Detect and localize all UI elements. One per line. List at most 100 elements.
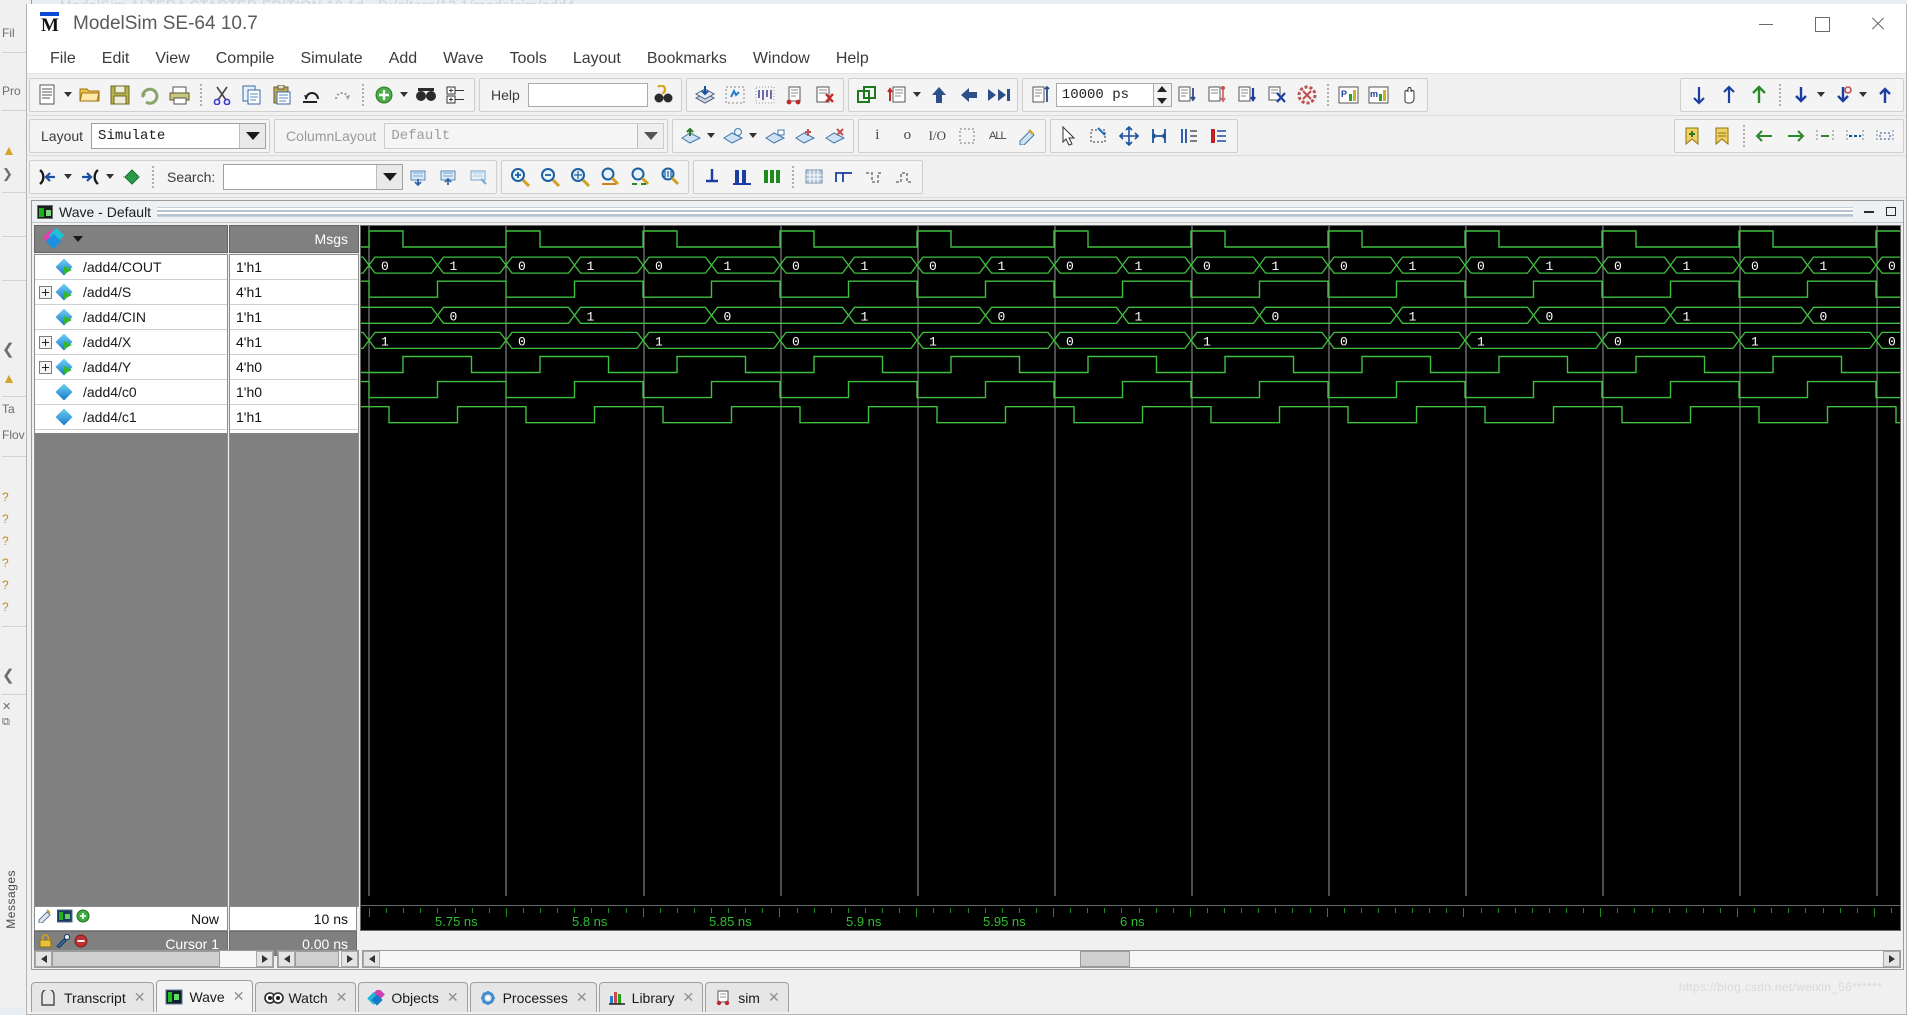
- radix-i-button[interactable]: i: [862, 121, 892, 151]
- tab-close-icon[interactable]: ✕: [576, 989, 588, 1006]
- copy-button[interactable]: [237, 80, 267, 110]
- menu-file[interactable]: File: [37, 47, 89, 71]
- bg-item-project[interactable]: Pro: [2, 84, 21, 98]
- expand-selected-button[interactable]: [117, 162, 147, 192]
- zoom-select-button[interactable]: [1084, 121, 1114, 151]
- link-windows-button[interactable]: [852, 80, 882, 110]
- find-button[interactable]: [411, 80, 441, 110]
- wave-search-button[interactable]: [1828, 80, 1858, 110]
- expand-left-dropdown-icon[interactable]: [64, 174, 72, 179]
- collapse-right-button[interactable]: [75, 162, 105, 192]
- tab-wave[interactable]: Wave ✕: [156, 980, 254, 1012]
- redo-button[interactable]: [327, 80, 357, 110]
- maximize-button[interactable]: [1794, 4, 1850, 44]
- signal-row-cout[interactable]: /add4/COUT: [35, 255, 227, 280]
- signal-name-column-header[interactable]: [34, 225, 228, 253]
- wave-align-bottom-button[interactable]: [697, 162, 727, 192]
- add-cursor-icon[interactable]: [76, 909, 91, 928]
- end-simulation-button[interactable]: [810, 80, 840, 110]
- continue-run-button[interactable]: [1202, 80, 1232, 110]
- scroll-track[interactable]: [295, 951, 341, 967]
- edit-cursor-icon[interactable]: [38, 909, 54, 928]
- menu-tools[interactable]: Tools: [496, 47, 559, 71]
- wave-bars-button[interactable]: [727, 162, 757, 192]
- bg-item-flow[interactable]: Flov: [2, 428, 25, 442]
- time-ruler[interactable]: 5.75 ns 5.8 ns 5.85 ns 5.9 ns 5.95 ns 6 ns: [360, 905, 1901, 931]
- undo-button[interactable]: [297, 80, 327, 110]
- menu-wave[interactable]: Wave: [430, 47, 496, 71]
- wave-combine-button[interactable]: [760, 121, 790, 151]
- run-length-input[interactable]: [1055, 82, 1154, 107]
- add-wave-dropdown-icon[interactable]: [400, 92, 408, 97]
- columnlayout-combo-chevron-down-icon[interactable]: [637, 123, 664, 148]
- bg-collapse-left-icon[interactable]: ❮: [2, 340, 15, 358]
- scroll-left-button[interactable]: [278, 951, 295, 967]
- edit-wave-button[interactable]: [1174, 121, 1204, 151]
- radix-o-button[interactable]: o: [892, 121, 922, 151]
- search-next-button[interactable]: [433, 162, 463, 192]
- new-file-dropdown-icon[interactable]: [64, 92, 72, 97]
- wave-step3-button[interactable]: [889, 162, 919, 192]
- tab-close-icon[interactable]: ✕: [233, 988, 245, 1005]
- signal-value-pane[interactable]: 1'h1 4'h1 1'h1 4'h1 4'h0 1'h0 1'h1 1'h1: [229, 254, 359, 907]
- scroll-left-button[interactable]: [35, 951, 52, 967]
- collapse-right-dropdown-icon[interactable]: [106, 174, 114, 179]
- wave-delete-button[interactable]: [820, 121, 850, 151]
- wave-insert-button[interactable]: [676, 121, 706, 151]
- pan-button[interactable]: [1114, 121, 1144, 151]
- wave-down-dropdown-icon[interactable]: [1817, 92, 1825, 97]
- menu-simulate[interactable]: Simulate: [287, 47, 375, 71]
- zoom-last-button[interactable]: [655, 162, 685, 192]
- expand-icon[interactable]: [39, 360, 52, 374]
- wave-hscrollbar[interactable]: [362, 950, 1901, 968]
- signal-name-pane[interactable]: /add4/COUT /add4/S /add4/CIN /add4/X /ad…: [34, 254, 228, 907]
- paste-button[interactable]: [267, 80, 297, 110]
- scroll-right-button[interactable]: [256, 951, 273, 967]
- waveform-canvas[interactable]: 0 1 0 1 0 1 0 1 0 1 0 1 0 1 0 1 0 1 0 1 0 1 0 0 1 0 1 0 1 0 1 0 1 0 1 0 1 0 1 0…: [360, 225, 1901, 907]
- radix-highlight-button[interactable]: [1012, 121, 1042, 151]
- help-search-input[interactable]: [527, 82, 648, 107]
- zoom-full-button[interactable]: [565, 162, 595, 192]
- scroll-right-button[interactable]: [341, 951, 358, 967]
- compile-button[interactable]: [690, 80, 720, 110]
- tab-close-icon[interactable]: ✕: [134, 989, 146, 1006]
- signal-row-x[interactable]: /add4/X: [35, 330, 227, 355]
- search-input[interactable]: [224, 165, 377, 188]
- compile-all-button[interactable]: [720, 80, 750, 110]
- wave-group-dropdown-icon[interactable]: [749, 133, 758, 138]
- restart-dropdown-icon[interactable]: [912, 92, 921, 97]
- expand-icon[interactable]: [39, 335, 52, 349]
- cut-button[interactable]: [207, 80, 237, 110]
- scroll-thumb[interactable]: [295, 951, 339, 967]
- menu-edit[interactable]: Edit: [89, 47, 143, 71]
- wave-grid-button[interactable]: [799, 162, 829, 192]
- cursor-marker-1-button[interactable]: [1810, 121, 1840, 151]
- bg-close-icon[interactable]: ✕: [2, 700, 11, 713]
- jump-start-button[interactable]: [1684, 80, 1714, 110]
- cursor-marker-2-button[interactable]: [1840, 121, 1870, 151]
- columnlayout-combo[interactable]: Default: [384, 122, 665, 149]
- tab-sim[interactable]: sim ✕: [705, 982, 789, 1012]
- scroll-thumb[interactable]: [1080, 951, 1130, 967]
- bg-collapse-left-icon-2[interactable]: ❮: [2, 666, 15, 684]
- measure-button[interactable]: [1144, 121, 1174, 151]
- wave-insert-dropdown-icon[interactable]: [707, 133, 716, 138]
- bg-restore-icon[interactable]: ⧉: [2, 716, 10, 729]
- wave-bars-green-button[interactable]: [757, 162, 787, 192]
- tab-watch[interactable]: Watch ✕: [255, 982, 357, 1012]
- layout-combo[interactable]: Simulate: [91, 122, 267, 149]
- menu-view[interactable]: View: [142, 47, 202, 71]
- tab-processes[interactable]: Processes ✕: [469, 982, 597, 1012]
- hand-tool-button[interactable]: [1394, 80, 1424, 110]
- tab-close-icon[interactable]: ✕: [768, 989, 780, 1006]
- wave-ungroup-button[interactable]: [790, 121, 820, 151]
- menu-layout[interactable]: Layout: [560, 47, 634, 71]
- scroll-right-button[interactable]: [1883, 951, 1900, 967]
- wave-group-button[interactable]: [718, 121, 748, 151]
- signal-row-c1[interactable]: /add4/c1: [35, 405, 227, 430]
- cursor-next-button[interactable]: [1780, 121, 1810, 151]
- run-length-stepper[interactable]: [1153, 82, 1172, 107]
- wave-step-button[interactable]: [829, 162, 859, 192]
- signal-row-c0[interactable]: /add4/c0: [35, 380, 227, 405]
- bookmark-list-button[interactable]: [1708, 121, 1738, 151]
